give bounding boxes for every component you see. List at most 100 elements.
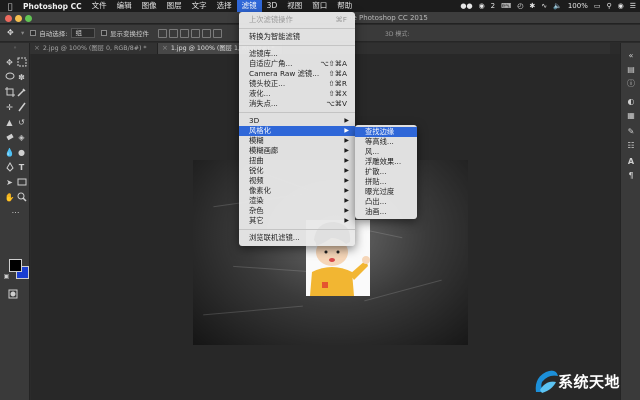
filter-menu-item[interactable]: 渲染 ▶	[239, 196, 355, 206]
stylize-submenu-item[interactable]: 扩散...	[355, 167, 417, 177]
default-colors-icon[interactable]: ▣	[3, 273, 10, 280]
stylize-submenu-item[interactable]: 凸出...	[355, 197, 417, 207]
filter-menu-item[interactable]: 锐化 ▶	[239, 166, 355, 176]
filter-menu-item[interactable]: 杂色 ▶	[239, 206, 355, 216]
move-tool-icon[interactable]: ✥	[4, 57, 15, 68]
battery-icon[interactable]: ▭	[594, 2, 601, 10]
filter-menu-item[interactable]: 视频 ▶	[239, 176, 355, 186]
stylize-submenu-item[interactable]: 查找边缘	[355, 127, 417, 137]
path-selection-tool-icon[interactable]: ➤	[4, 177, 15, 188]
menu-filter[interactable]: 滤镜	[236, 0, 262, 12]
brush-presets-icon[interactable]: ☷	[626, 141, 636, 151]
foreground-color-swatch[interactable]	[9, 259, 22, 272]
stylize-submenu-item[interactable]: 风...	[355, 147, 417, 157]
siri-icon[interactable]: ◉	[618, 2, 624, 10]
menu-edit[interactable]: 编辑	[112, 0, 137, 12]
tool-preset-chevron-icon[interactable]: ▾	[21, 29, 24, 37]
stylize-submenu-item[interactable]: 曝光过度	[355, 187, 417, 197]
filter-menu-item[interactable]: 镜头校正... ⇧⌘R	[239, 79, 355, 89]
minimize-window-button[interactable]	[15, 15, 22, 22]
menu-view[interactable]: 视图	[282, 0, 307, 12]
filter-menu-item[interactable]: Camera Raw 滤镜... ⇧⌘A	[239, 69, 355, 79]
show-transform-checkbox[interactable]	[100, 30, 107, 36]
filter-menu-item[interactable]: 自适应广角... ⌥⇧⌘A	[239, 59, 355, 69]
filter-menu-item[interactable]: 风格化 ▶	[239, 126, 355, 136]
align-top-icon[interactable]	[157, 28, 167, 38]
close-window-button[interactable]	[5, 15, 12, 22]
clock-icon[interactable]: ◴	[517, 2, 523, 10]
keyboard-icon[interactable]: ⌨	[501, 2, 511, 10]
type-tool-icon[interactable]: T	[16, 162, 27, 173]
menu-type[interactable]: 文字	[187, 0, 212, 12]
filter-menu-item[interactable]: 消失点... ⌥⌘V	[239, 99, 355, 109]
lasso-tool-icon[interactable]	[4, 72, 15, 83]
filter-menu-item[interactable]: 滤镜库...	[239, 49, 355, 59]
close-tab-icon[interactable]: ×	[162, 43, 168, 54]
filter-menu-item[interactable]: 扭曲 ▶	[239, 156, 355, 166]
menu-layer[interactable]: 图层	[162, 0, 187, 12]
align-middle-icon[interactable]	[168, 28, 178, 38]
apple-icon[interactable]: 	[0, 2, 20, 11]
libraries-panel-icon[interactable]: ▦	[626, 111, 636, 121]
menu-select[interactable]: 选择	[212, 0, 237, 12]
filter-menu-item[interactable]: 模糊 ▶	[239, 136, 355, 146]
marquee-tool-icon[interactable]	[16, 57, 27, 68]
app-name[interactable]: Photoshop CC	[20, 2, 87, 11]
align-right-icon[interactable]	[212, 28, 222, 38]
stylize-submenu-item[interactable]: 浮雕效果...	[355, 157, 417, 167]
auto-select-checkbox[interactable]	[30, 30, 37, 36]
filter-menu-item[interactable]: 3D ▶	[239, 116, 355, 126]
stylize-submenu-item[interactable]: 拼贴...	[355, 177, 417, 187]
adjustments-panel-icon[interactable]: ◐	[626, 97, 636, 107]
filter-menu-item[interactable]: 液化... ⇧⌘X	[239, 89, 355, 99]
paint-bucket-tool-icon[interactable]: ◈	[16, 132, 27, 143]
wechat-icon[interactable]: ●●	[460, 2, 472, 10]
align-center-icon[interactable]	[201, 28, 211, 38]
dodge-tool-icon[interactable]: ●	[16, 147, 27, 158]
clone-stamp-tool-icon[interactable]: ▲	[4, 117, 15, 128]
zoom-window-button[interactable]	[25, 15, 32, 22]
history-brush-tool-icon[interactable]: ↺	[16, 117, 27, 128]
rectangle-tool-icon[interactable]	[16, 177, 27, 188]
menu-image[interactable]: 图像	[137, 0, 162, 12]
properties-panel-icon[interactable]: ⓘ	[626, 79, 636, 89]
notification-icon[interactable]: ◉	[479, 2, 485, 10]
bluetooth-icon[interactable]: ✱	[529, 2, 535, 10]
wifi-icon[interactable]: ∿	[541, 2, 547, 10]
paragraph-panel-icon[interactable]: ¶	[626, 171, 636, 181]
filter-menu-item[interactable]: 模糊画廊 ▶	[239, 146, 355, 156]
filter-menu-item[interactable]: 转换为智能滤镜	[239, 32, 355, 42]
quick-select-tool-icon[interactable]: ✽	[16, 72, 27, 83]
quick-mask-icon[interactable]	[7, 289, 18, 300]
crop-tool-icon[interactable]	[4, 87, 15, 98]
filter-menu-item[interactable]: 像素化 ▶	[239, 186, 355, 196]
menu-file[interactable]: 文件	[87, 0, 112, 12]
panel-collapse-icon[interactable]: «	[626, 51, 636, 61]
pen-tool-icon[interactable]	[4, 162, 15, 173]
menu-3d[interactable]: 3D	[262, 0, 283, 12]
menu-help[interactable]: 帮助	[332, 0, 357, 12]
stylize-submenu-item[interactable]: 等高线...	[355, 137, 417, 147]
hand-tool-icon[interactable]: ✋	[4, 192, 15, 203]
align-bottom-icon[interactable]	[179, 28, 189, 38]
panel-collapse-icon[interactable]: »	[3, 45, 27, 51]
more-tools-icon[interactable]: ⋯	[10, 207, 21, 218]
character-panel-icon[interactable]: A	[626, 157, 636, 167]
filter-menu-item[interactable]: 浏览联机滤镜...	[239, 233, 355, 243]
menu-list-icon[interactable]: ☰	[630, 2, 636, 10]
move-tool-icon[interactable]: ✥	[7, 28, 16, 38]
healing-brush-tool-icon[interactable]: ✛	[4, 102, 15, 113]
align-left-icon[interactable]	[190, 28, 200, 38]
brush-settings-icon[interactable]: ✎	[626, 127, 636, 137]
close-tab-icon[interactable]: ×	[34, 43, 40, 54]
eraser-tool-icon[interactable]	[4, 132, 15, 143]
auto-select-dropdown[interactable]: 组	[71, 28, 95, 38]
history-panel-icon[interactable]: ▤	[626, 65, 636, 75]
blur-tool-icon[interactable]: 💧	[4, 147, 15, 158]
filter-menu-item[interactable]: 其它 ▶	[239, 216, 355, 226]
eyedropper-tool-icon[interactable]	[16, 87, 27, 98]
tab-2-jpg[interactable]: × 2.jpg @ 100% (图层 0, RGB/8#) *	[30, 43, 158, 54]
brush-tool-icon[interactable]	[16, 102, 27, 113]
search-icon[interactable]: ⚲	[606, 2, 611, 10]
stylize-submenu-item[interactable]: 油画...	[355, 207, 417, 217]
